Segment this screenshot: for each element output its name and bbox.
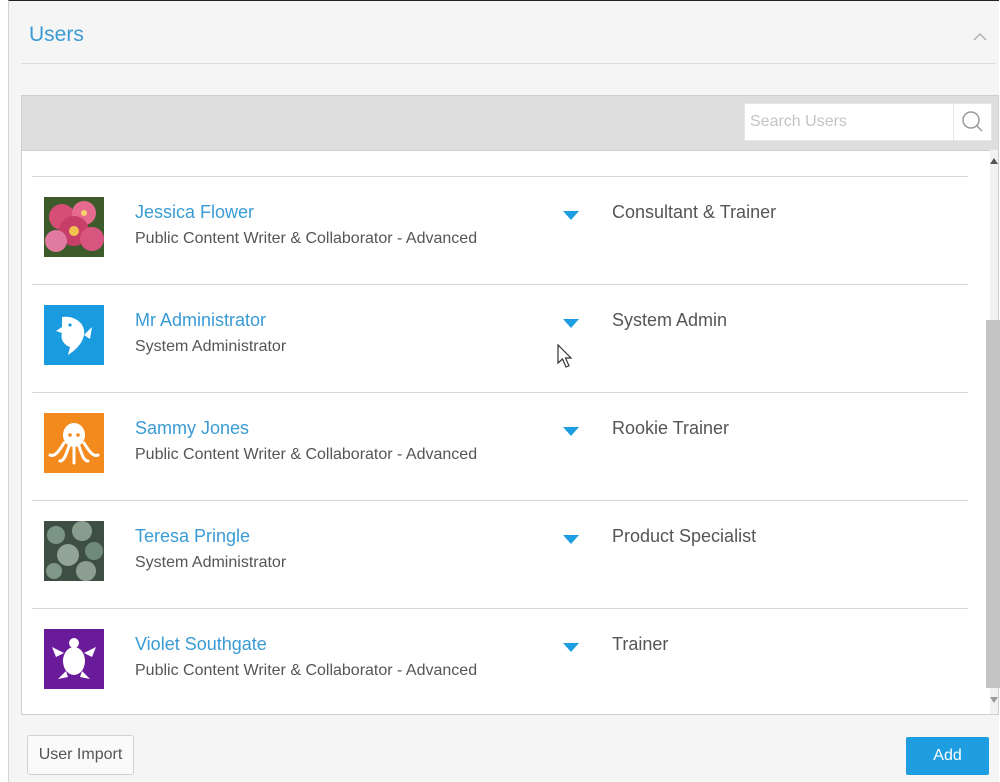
search-box — [744, 103, 992, 141]
user-row: Teresa Pringle System Administrator Prod… — [32, 500, 968, 608]
scrollbar-thumb[interactable] — [986, 320, 1000, 688]
search-button[interactable] — [953, 104, 991, 140]
caret-down-icon — [563, 427, 579, 436]
scroll-down-arrow-icon — [990, 697, 998, 703]
user-list: Jessica Flower Public Content Writer & C… — [32, 176, 968, 716]
scroll-down-button[interactable] — [988, 692, 1000, 710]
search-input[interactable] — [745, 104, 953, 140]
search-icon — [962, 111, 983, 132]
job-title: Product Specialist — [612, 526, 757, 546]
caret-down-icon — [563, 535, 579, 544]
job-title: System Admin — [612, 310, 728, 330]
job-title: Rookie Trainer — [612, 418, 730, 438]
bokeh-photo — [44, 521, 104, 581]
role-dropdown[interactable] — [562, 209, 580, 221]
user-name-link[interactable]: Jessica Flower — [135, 202, 254, 223]
turtle-icon — [44, 629, 104, 689]
role-dropdown[interactable] — [562, 533, 580, 545]
avatar-turtle — [44, 629, 104, 689]
role-dropdown[interactable] — [562, 317, 580, 329]
scroll-up-arrow-icon — [990, 158, 998, 164]
user-row: Mr Administrator System Administrator Sy… — [32, 284, 968, 392]
avatar-flower — [44, 197, 104, 257]
panel-title: Users — [29, 23, 84, 46]
collapse-button[interactable] — [970, 27, 990, 47]
user-name-link[interactable]: Sammy Jones — [135, 418, 249, 439]
user-list-box: Jessica Flower Public Content Writer & C… — [21, 95, 1000, 716]
avatar-bokeh — [44, 521, 104, 581]
scroll-up-button[interactable] — [988, 153, 1000, 171]
user-role: Public Content Writer & Collaborator - A… — [135, 446, 478, 463]
user-role: System Administrator — [135, 554, 287, 571]
user-row: Jessica Flower Public Content Writer & C… — [32, 176, 968, 284]
job-title: Trainer — [612, 634, 669, 654]
user-role: Public Content Writer & Collaborator - A… — [135, 662, 478, 679]
caret-down-icon — [563, 643, 579, 652]
flower-photo — [44, 197, 104, 257]
avatar-octopus — [44, 413, 104, 473]
caret-down-icon — [563, 319, 579, 328]
chevron-up-icon — [973, 33, 987, 41]
user-name-link[interactable]: Teresa Pringle — [135, 526, 250, 547]
job-title: Consultant & Trainer — [612, 202, 777, 222]
user-import-button[interactable]: User Import — [27, 735, 134, 775]
octopus-icon — [44, 413, 104, 473]
user-name-link[interactable]: Mr Administrator — [135, 310, 266, 331]
user-name-link[interactable]: Violet Southgate — [135, 634, 267, 655]
role-dropdown[interactable] — [562, 641, 580, 653]
add-user-button[interactable]: Add — [906, 737, 989, 775]
avatar-shark — [44, 305, 104, 365]
user-row: Violet Southgate Public Content Writer &… — [32, 608, 968, 716]
list-toolbar — [22, 96, 998, 151]
shark-icon — [44, 305, 104, 365]
users-panel: Users Search Users Jessica Flower Public… — [8, 0, 1000, 782]
caret-down-icon — [563, 211, 579, 220]
panel-header: Users — [21, 1, 996, 64]
user-row: Sammy Jones Public Content Writer & Coll… — [32, 392, 968, 500]
role-dropdown[interactable] — [562, 425, 580, 437]
user-role: Public Content Writer & Collaborator - A… — [135, 230, 478, 247]
mouse-cursor-icon — [557, 344, 573, 368]
user-role: System Administrator — [135, 338, 287, 355]
vertical-scrollbar[interactable] — [986, 150, 1000, 714]
